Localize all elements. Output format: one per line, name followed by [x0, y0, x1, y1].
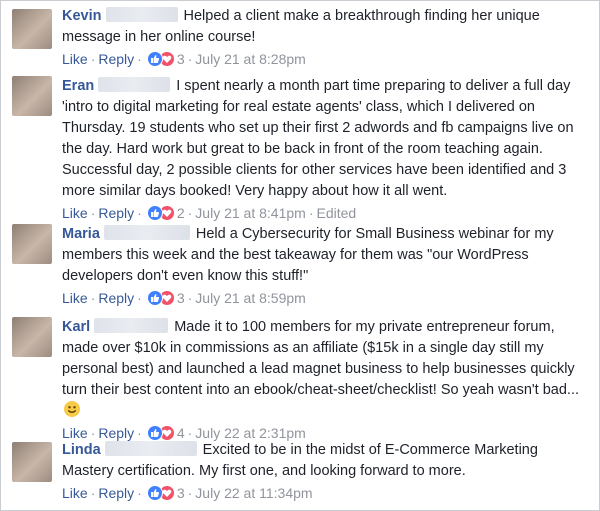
comments-panel: Kevin Helped a client make a breakthrough…: [0, 0, 600, 511]
reaction-icons[interactable]: [146, 485, 177, 501]
avatar[interactable]: [12, 9, 52, 49]
thumbs-up-icon: [146, 205, 163, 221]
reaction-count[interactable]: 3: [177, 485, 185, 501]
redacted-name: [103, 225, 190, 240]
thumbs-up-icon: [146, 290, 163, 306]
avatar[interactable]: [12, 76, 52, 116]
reaction-icons[interactable]: [146, 51, 177, 67]
redacted-name: [105, 7, 178, 22]
comment-author[interactable]: Karl: [62, 319, 90, 335]
reaction-icons[interactable]: [146, 425, 177, 441]
comment-actions: Like · Reply · 3 · July 21 at 8:28pm: [62, 51, 306, 67]
reply-link[interactable]: Reply: [98, 205, 134, 221]
smiley-emoji-icon: [64, 401, 80, 417]
thumbs-up-icon: [146, 425, 163, 441]
avatar[interactable]: [12, 442, 52, 482]
reply-link[interactable]: Reply: [98, 485, 134, 501]
avatar[interactable]: [12, 224, 52, 264]
like-link[interactable]: Like: [62, 425, 88, 441]
timestamp[interactable]: July 21 at 8:41pm: [195, 205, 306, 221]
avatar[interactable]: [12, 317, 52, 357]
comment-author[interactable]: Eran: [62, 78, 94, 94]
comment-actions: Like · Reply · 3 · July 21 at 8:59pm: [62, 290, 306, 306]
reply-link[interactable]: Reply: [98, 425, 134, 441]
like-link[interactable]: Like: [62, 205, 88, 221]
reply-link[interactable]: Reply: [98, 290, 134, 306]
like-link[interactable]: Like: [62, 51, 88, 67]
timestamp[interactable]: July 21 at 8:28pm: [195, 51, 306, 67]
comment-actions: Like · Reply · 2 · July 21 at 8:41pm · Edited: [62, 205, 357, 221]
thumbs-up-icon: [146, 485, 163, 501]
reaction-icons[interactable]: [146, 205, 177, 221]
reaction-count[interactable]: 3: [177, 51, 185, 67]
redacted-name: [98, 77, 171, 92]
reaction-count[interactable]: 3: [177, 290, 185, 306]
timestamp[interactable]: July 22 at 2:31pm: [195, 425, 306, 441]
comment-actions: Like · Reply · 3 · July 22 at 11:34pm: [62, 485, 313, 501]
comment-text: I spent nearly a month part time prepari…: [62, 78, 574, 199]
comment-author[interactable]: Linda: [62, 442, 101, 458]
comment-author[interactable]: Kevin: [62, 8, 102, 24]
like-link[interactable]: Like: [62, 485, 88, 501]
redacted-name: [94, 318, 169, 333]
reaction-icons[interactable]: [146, 290, 177, 306]
like-link[interactable]: Like: [62, 290, 88, 306]
timestamp[interactable]: July 22 at 11:34pm: [195, 485, 312, 501]
reply-link[interactable]: Reply: [98, 51, 134, 67]
edited-label[interactable]: Edited: [316, 205, 356, 221]
reaction-count[interactable]: 4: [177, 425, 185, 441]
reaction-count[interactable]: 2: [177, 205, 185, 221]
redacted-name: [104, 441, 197, 456]
comment-author[interactable]: Maria: [62, 226, 100, 242]
timestamp[interactable]: July 21 at 8:59pm: [195, 290, 306, 306]
thumbs-up-icon: [146, 51, 163, 67]
